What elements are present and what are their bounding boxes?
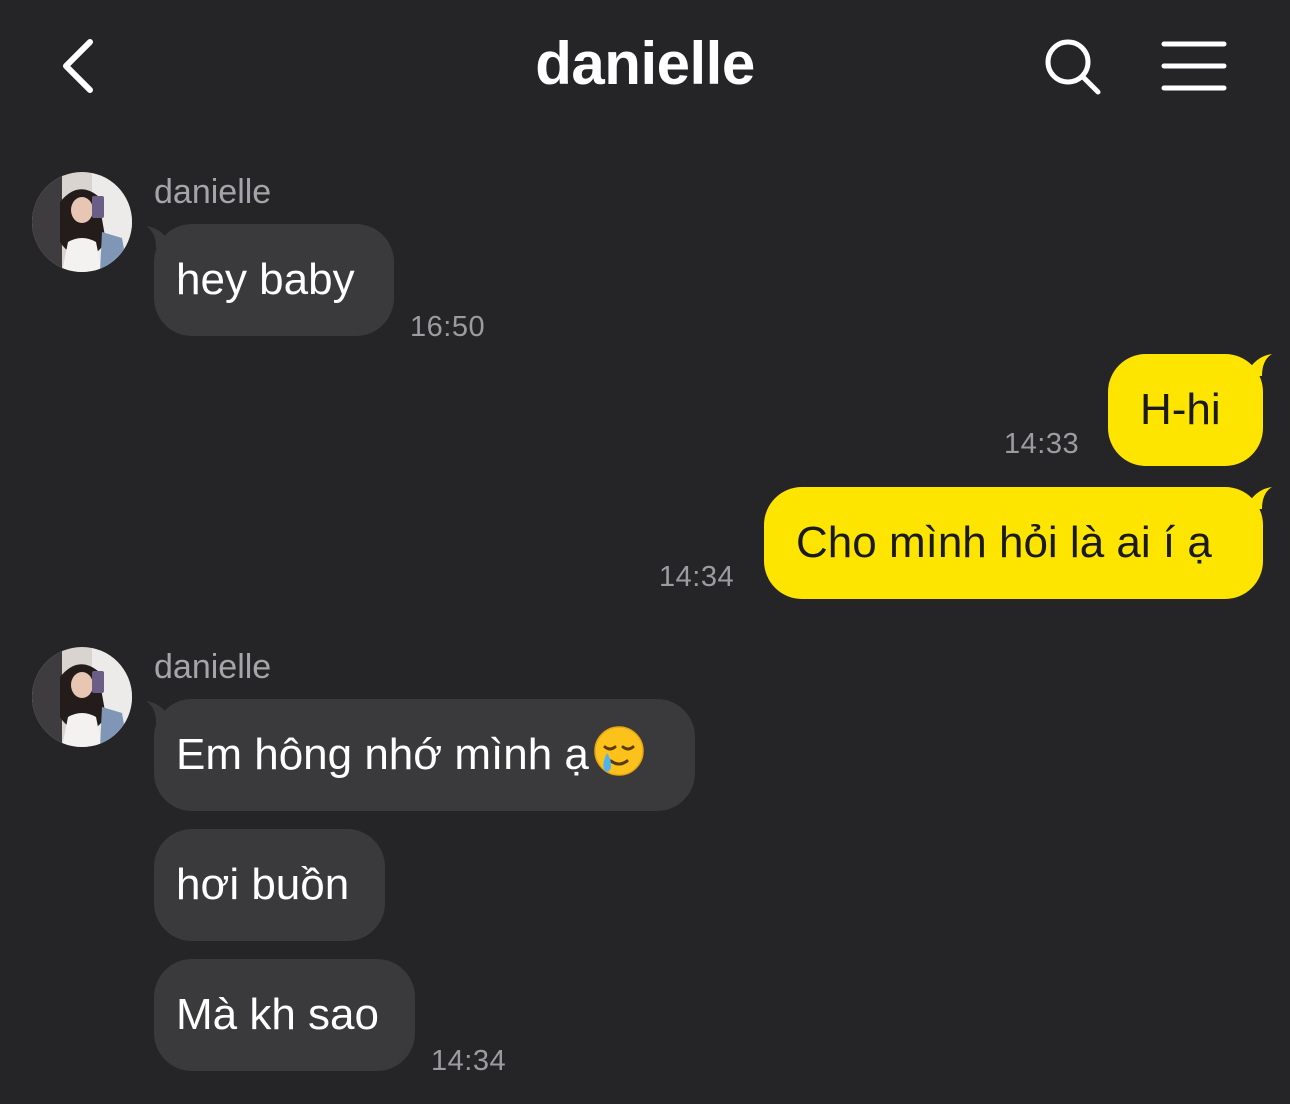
message-text: Em hông nhớ mình ạ <box>176 730 589 779</box>
avatar-photo <box>32 647 132 747</box>
back-button[interactable] <box>50 30 110 102</box>
chevron-left-icon <box>63 39 93 93</box>
sender-name: danielle <box>154 648 272 686</box>
avatar[interactable] <box>32 172 132 272</box>
crying-smile-emoji-icon <box>594 726 644 776</box>
incoming-message-bubble[interactable]: Mà kh sao <box>154 959 415 1071</box>
incoming-message-bubble[interactable]: hey baby <box>154 224 394 336</box>
message-timestamp: 14:34 <box>431 1045 507 1077</box>
incoming-message-bubble[interactable]: Em hông nhớ mình ạ <box>154 699 695 811</box>
hamburger-menu-icon <box>1161 41 1227 91</box>
message-timestamp: 14:34 <box>659 561 735 593</box>
menu-button[interactable] <box>1158 36 1230 96</box>
message-timestamp: 14:33 <box>1004 428 1080 460</box>
search-icon <box>1045 39 1101 95</box>
outgoing-message-bubble[interactable]: H-hi <box>1108 354 1263 466</box>
bubble-tail <box>1250 487 1272 509</box>
avatar-photo <box>32 172 132 272</box>
outgoing-message-bubble[interactable]: Cho mình hỏi là ai í ạ <box>764 487 1263 599</box>
avatar[interactable] <box>32 647 132 747</box>
sender-name: danielle <box>154 173 272 211</box>
bubble-tail <box>1250 354 1272 376</box>
search-button[interactable] <box>1040 34 1106 100</box>
incoming-message-bubble[interactable]: hơi buồn <box>154 829 385 941</box>
message-timestamp: 16:50 <box>410 311 486 343</box>
chat-header: danielle <box>0 0 1290 130</box>
